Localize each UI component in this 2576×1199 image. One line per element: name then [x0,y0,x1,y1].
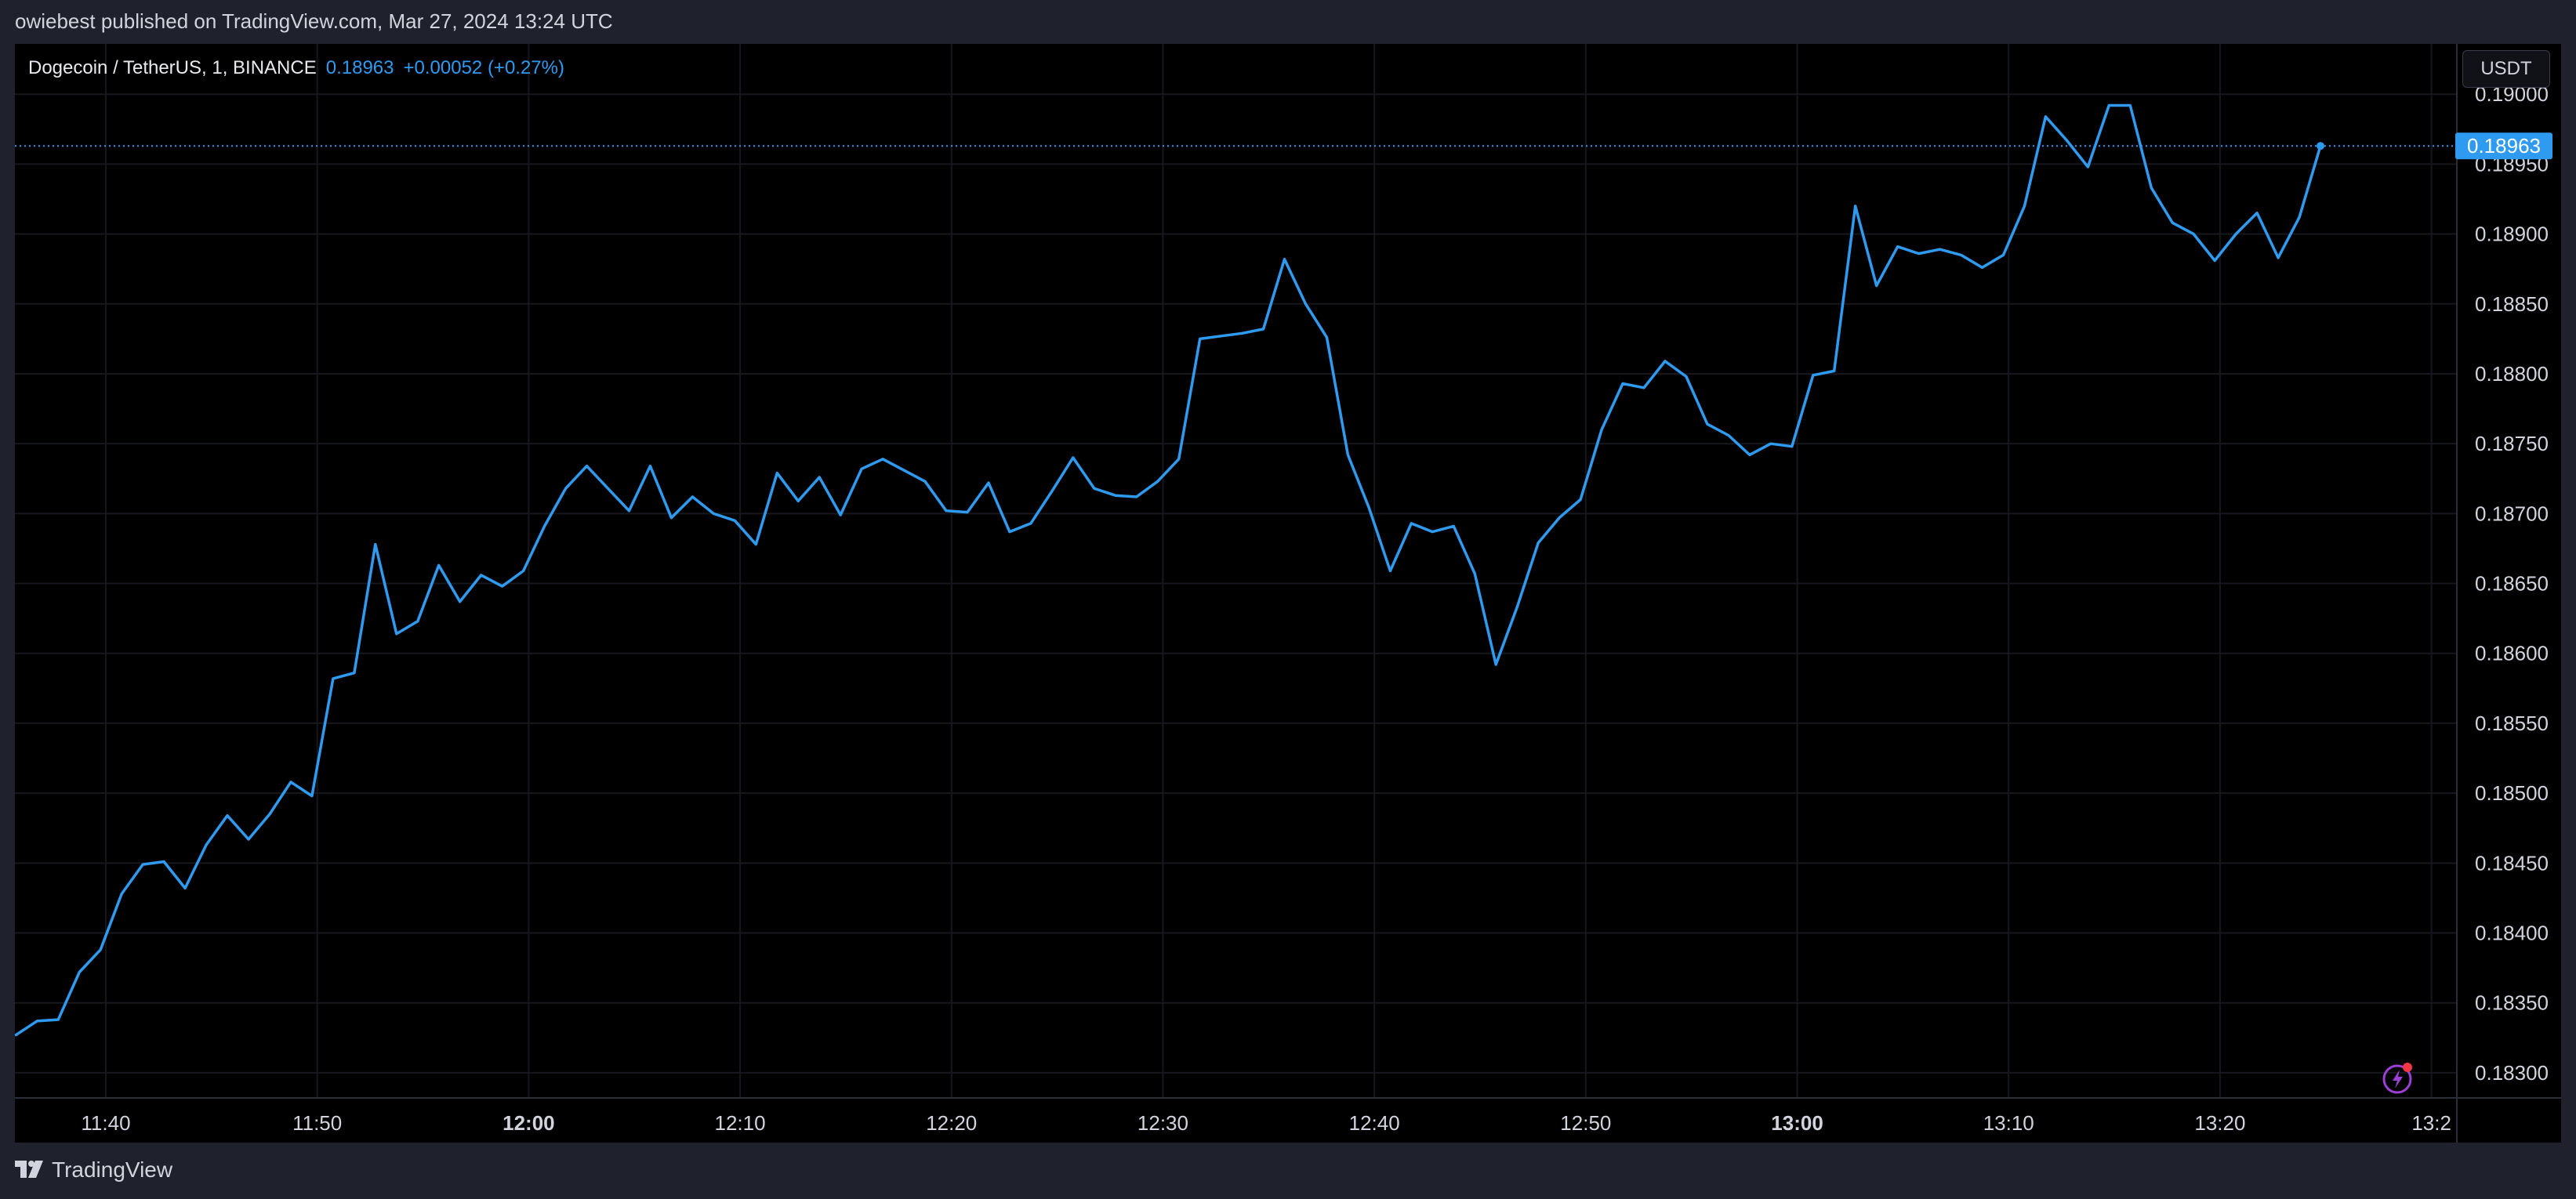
y-tick-label: 0.18400 [2475,922,2549,945]
x-tick-label: 13:2 [2411,1111,2451,1135]
currency-button[interactable]: USDT [2462,50,2550,88]
series-layer [15,103,2325,1037]
y-tick-label: 0.18900 [2475,223,2549,246]
change-label: +0.00052 (+0.27%) [403,57,565,78]
published-info: owiebest published on TradingView.com, M… [15,9,613,33]
price-series-line [15,103,2322,1037]
x-tick-label: 11:50 [292,1111,342,1135]
footer [0,1143,2576,1199]
y-tick-label: 0.18850 [2475,292,2549,316]
lightning-icon[interactable] [2381,1061,2415,1096]
top-bar: owiebest published on TradingView.com, M… [0,0,2576,44]
y-tick-label: 0.18800 [2475,362,2549,386]
x-tick-label: 12:50 [1560,1111,1611,1135]
tradingview-logo-icon[interactable] [15,1161,45,1178]
last-price-tag-label: 0.18963 [2467,134,2541,158]
tradingview-brand[interactable]: TradingView [52,1157,172,1183]
last-value-label: 0.18963 [325,57,394,78]
x-tick-label: 13:20 [2194,1111,2245,1135]
y-tick-label: 0.18550 [2475,712,2549,735]
last-point-marker [2317,142,2325,150]
price-chart[interactable]: 0.190000.189500.189000.188500.188000.187… [15,44,2561,1143]
x-tick-label: 13:00 [1771,1111,1823,1135]
y-tick-label: 0.18300 [2475,1061,2549,1085]
x-tick-label: 12:00 [503,1111,555,1135]
chart-legend: Dogecoin / TetherUS, 1, BINANCE 0.18963 +0… [28,57,564,79]
chart-area[interactable]: 0.19000 0.18950 0.18900 0.18850 0.18800 0.187… [15,44,2561,1143]
x-tick-label: 11:40 [81,1111,130,1135]
axis-layer: 0.190000.189500.189000.188500.188000.187… [15,44,2561,1143]
x-tick-label: 12:20 [926,1111,977,1135]
y-tick-label: 0.18350 [2475,991,2549,1015]
y-tick-label: 0.18600 [2475,642,2549,665]
y-tick-label: 0.18500 [2475,781,2549,805]
y-tick-label: 0.18750 [2475,432,2549,455]
x-tick-label: 12:40 [1349,1111,1400,1135]
y-tick-label: 0.18700 [2475,502,2549,525]
y-tick-label: 0.18450 [2475,851,2549,875]
x-tick-label: 12:10 [715,1111,766,1135]
x-tick-label: 12:30 [1137,1111,1188,1135]
y-tick-label: 0.18650 [2475,572,2549,596]
symbol-label: Dogecoin / TetherUS, 1, BINANCE [28,57,317,78]
x-tick-label: 13:10 [1983,1111,2034,1135]
